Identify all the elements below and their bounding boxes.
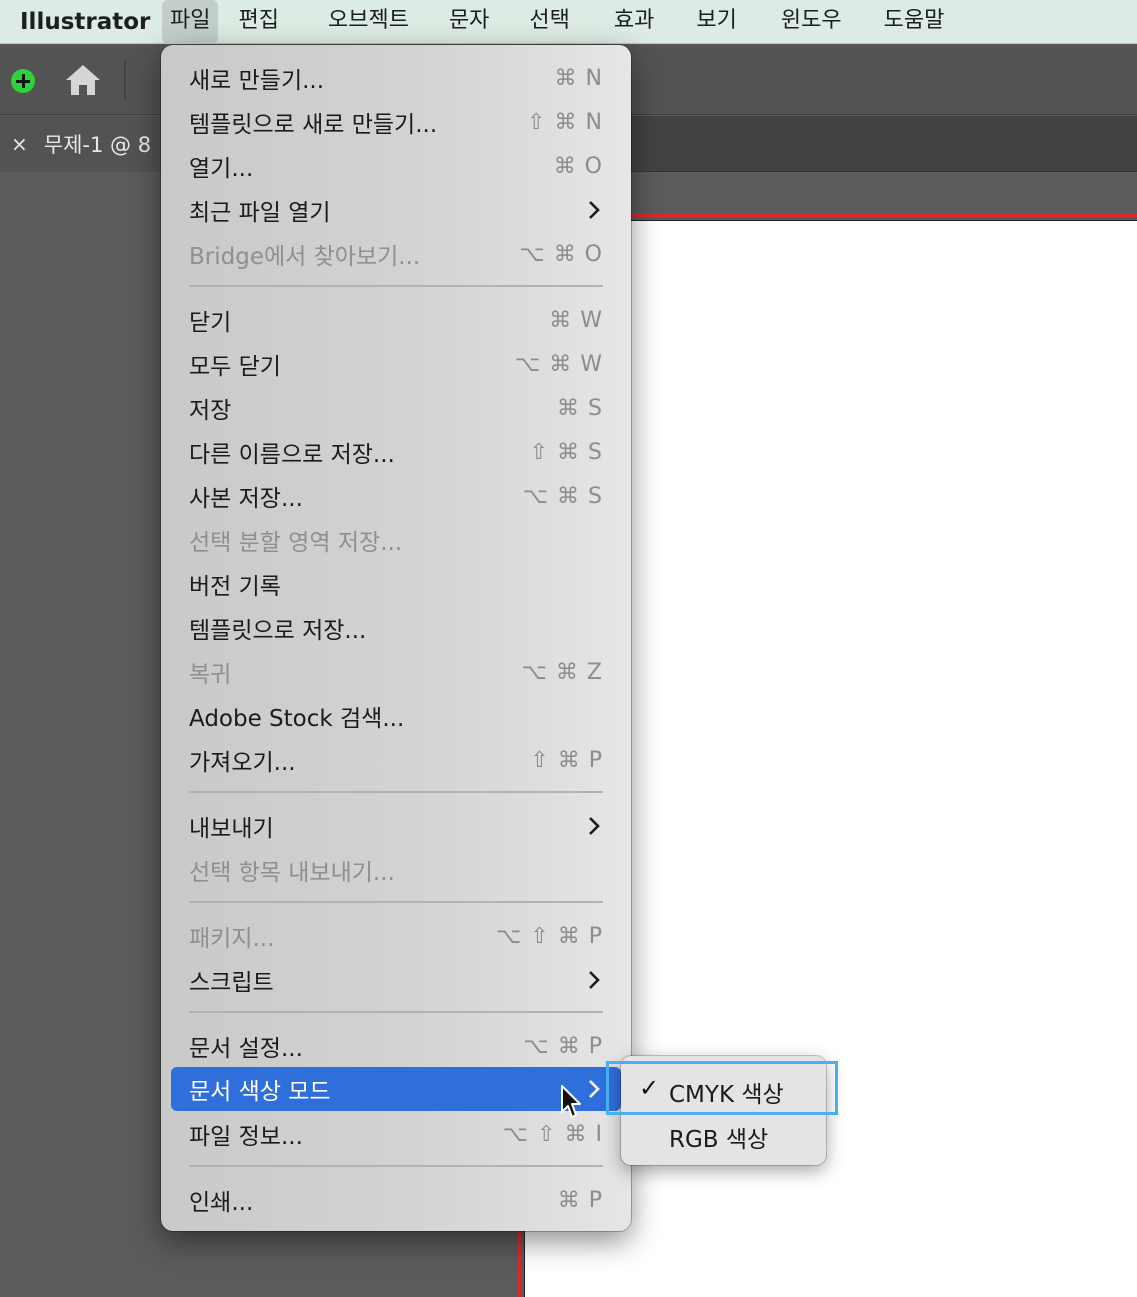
file-menu: 새로 만들기... ⌘ N 템플릿으로 새로 만들기... ⇧ ⌘ N 열기..…: [161, 45, 631, 1231]
menu-item-label: Bridge에서 찾아보기...: [189, 244, 421, 270]
menu-item-shortcut: ⇧ ⌘ N: [527, 109, 603, 135]
menu-help[interactable]: 도움말: [876, 0, 953, 44]
menu-item-shortcut: ⌥ ⌘ P: [523, 1033, 603, 1059]
menu-item-label: 저장: [189, 398, 232, 424]
menu-item-label: 버전 기록: [189, 574, 281, 600]
menu-item-shortcut: ⌘ N: [554, 65, 603, 91]
menu-item-label: 새로 만들기...: [189, 68, 325, 94]
menu-item-file-info[interactable]: 파일 정보... ⌥ ⇧ ⌘ I: [171, 1112, 621, 1156]
chevron-right-icon: [589, 201, 600, 219]
cmyk-focus-highlight: [606, 1061, 838, 1115]
menu-item-shortcut: ⌥ ⌘ O: [519, 241, 603, 267]
home-icon[interactable]: [64, 63, 102, 97]
menu-separator: [189, 791, 603, 793]
arrow-cursor-icon: [561, 1085, 581, 1118]
submenu-item-label: RGB 색상: [669, 1127, 769, 1153]
menu-item-shortcut: ⌥ ⇧ ⌘ P: [495, 923, 603, 949]
app-menu-illustrator[interactable]: Illustrator: [0, 9, 162, 35]
menu-item-label: Adobe Stock 검색...: [189, 706, 405, 732]
menu-item-label: 선택 분할 영역 저장...: [189, 530, 403, 556]
menu-item-export-selection: 선택 항목 내보내기...: [171, 848, 621, 892]
menu-item-label: 문서 색상 모드: [189, 1079, 331, 1105]
menu-item-shortcut: ⌘ S: [557, 395, 603, 421]
document-tab-title: 무제-1 @ 8: [43, 133, 152, 157]
menu-item-document-setup[interactable]: 문서 설정... ⌥ ⌘ P: [171, 1024, 621, 1068]
menu-separator: [189, 1011, 603, 1013]
menu-item-label: 패키지...: [189, 926, 275, 952]
menu-item-new[interactable]: 새로 만들기... ⌘ N: [171, 56, 621, 100]
chevron-right-icon: [589, 971, 600, 989]
menu-item-label: 인쇄...: [189, 1190, 254, 1216]
menu-item-shortcut: ⌥ ⇧ ⌘ I: [502, 1121, 603, 1147]
menu-item-open[interactable]: 열기... ⌘ O: [171, 144, 621, 188]
plus-icon[interactable]: [11, 69, 35, 93]
menu-type[interactable]: 문자: [441, 0, 497, 44]
menu-item-place[interactable]: 가져오기... ⇧ ⌘ P: [171, 738, 621, 782]
menu-window[interactable]: 윈도우: [773, 0, 850, 44]
menu-item-shortcut: ⌘ W: [549, 307, 603, 333]
menu-item-label: 파일 정보...: [189, 1124, 303, 1150]
menu-effect[interactable]: 효과: [606, 0, 662, 44]
menu-item-shortcut: ⌥ ⌘ S: [522, 483, 603, 509]
menu-select[interactable]: 선택: [521, 0, 577, 44]
menu-separator: [189, 1165, 603, 1167]
menu-item-close-all[interactable]: 모두 닫기 ⌥ ⌘ W: [171, 342, 621, 386]
toolbar-divider: [124, 61, 126, 99]
menu-item-close[interactable]: 닫기 ⌘ W: [171, 298, 621, 342]
menu-item-label: 문서 설정...: [189, 1036, 303, 1062]
menu-item-shortcut: ⌥ ⌘ W: [514, 351, 603, 377]
menu-item-package: 패키지... ⌥ ⇧ ⌘ P: [171, 914, 621, 958]
menu-item-label: 가져오기...: [189, 750, 296, 776]
menu-item-label: 다른 이름으로 저장...: [189, 442, 395, 468]
menu-item-shortcut: ⇧ ⌘ S: [529, 439, 603, 465]
menu-item-shortcut: ⌘ O: [553, 153, 603, 179]
menu-file[interactable]: 파일: [162, 0, 219, 44]
menu-item-save-as-template[interactable]: 템플릿으로 저장...: [171, 606, 621, 650]
menu-item-label: 모두 닫기: [189, 354, 281, 380]
menu-item-save-selected-slices: 선택 분할 영역 저장...: [171, 518, 621, 562]
menu-item-label: 최근 파일 열기: [189, 200, 331, 226]
menu-item-save-as[interactable]: 다른 이름으로 저장... ⇧ ⌘ S: [171, 430, 621, 474]
close-icon[interactable]: ×: [11, 132, 28, 156]
menu-item-revert: 복귀 ⌥ ⌘ Z: [171, 650, 621, 694]
menu-item-print[interactable]: 인쇄... ⌘ P: [171, 1178, 621, 1222]
menu-item-label: 템플릿으로 새로 만들기...: [189, 112, 438, 138]
menu-item-version-history[interactable]: 버전 기록: [171, 562, 621, 606]
menu-view[interactable]: 보기: [688, 0, 744, 44]
menu-item-shortcut: ⌥ ⌘ Z: [521, 659, 603, 685]
menu-item-label: 복귀: [189, 662, 232, 688]
menu-item-browse-in-bridge: Bridge에서 찾아보기... ⌥ ⌘ O: [171, 232, 621, 276]
menu-item-new-from-template[interactable]: 템플릿으로 새로 만들기... ⇧ ⌘ N: [171, 100, 621, 144]
menu-item-label: 템플릿으로 저장...: [189, 618, 367, 644]
menu-separator: [189, 285, 603, 287]
document-tab[interactable]: × 무제-1 @ 8: [0, 116, 170, 172]
menu-item-export[interactable]: 내보내기: [171, 804, 621, 848]
chevron-right-icon: [589, 1080, 600, 1098]
menu-object[interactable]: 오브젝트: [320, 0, 417, 44]
menu-item-scripts[interactable]: 스크립트: [171, 958, 621, 1002]
submenu-item-rgb[interactable]: RGB 색상: [621, 1111, 826, 1155]
menu-item-label: 선택 항목 내보내기...: [189, 860, 395, 886]
menu-item-label: 사본 저장...: [189, 486, 303, 512]
menu-item-save[interactable]: 저장 ⌘ S: [171, 386, 621, 430]
menu-item-label: 스크립트: [189, 970, 274, 996]
menu-item-document-color-mode[interactable]: 문서 색상 모드: [171, 1067, 621, 1111]
menu-separator: [189, 901, 603, 903]
menu-item-save-copy[interactable]: 사본 저장... ⌥ ⌘ S: [171, 474, 621, 518]
menu-item-label: 열기...: [189, 156, 254, 182]
menu-item-shortcut: ⌘ P: [557, 1187, 603, 1213]
menu-edit[interactable]: 편집: [230, 0, 286, 44]
menu-item-label: 닫기: [189, 310, 232, 336]
menu-bar: Illustrator 파일 편집 오브젝트 문자 선택 효과 보기 윈도우 도…: [0, 0, 1137, 44]
menu-item-search-adobe-stock[interactable]: Adobe Stock 검색...: [171, 694, 621, 738]
chevron-right-icon: [589, 817, 600, 835]
menu-item-label: 내보내기: [189, 816, 274, 842]
menu-item-open-recent[interactable]: 최근 파일 열기: [171, 188, 621, 232]
menu-item-shortcut: ⇧ ⌘ P: [530, 747, 603, 773]
